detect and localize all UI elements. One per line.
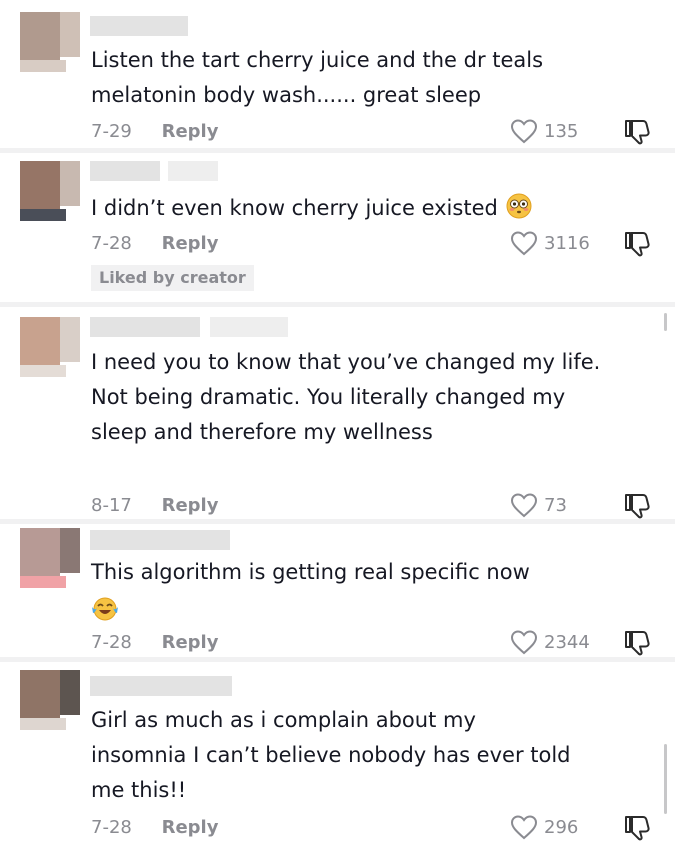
comment-date: 7-28 xyxy=(91,817,132,838)
avatar[interactable] xyxy=(20,670,80,730)
like-count: 3116 xyxy=(544,232,590,254)
scrollbar[interactable] xyxy=(664,744,667,814)
comment-item: Girl as much as i complain about my inso… xyxy=(0,662,675,846)
comment-date: 7-28 xyxy=(91,632,132,653)
like-count: 2344 xyxy=(544,631,590,653)
reply-button[interactable]: Reply xyxy=(162,495,219,516)
comment-item: This algorithm is getting real specific … xyxy=(0,524,675,657)
comment-text: I didn’t even know cherry juice existed xyxy=(91,191,611,226)
comment-date: 8-17 xyxy=(91,495,132,516)
avatar[interactable] xyxy=(20,161,80,221)
heart-icon xyxy=(510,231,538,256)
comment-date: 7-28 xyxy=(91,233,132,254)
like-count: 135 xyxy=(544,120,579,142)
reply-button[interactable]: Reply xyxy=(162,121,219,142)
heart-icon xyxy=(510,493,538,518)
avatar[interactable] xyxy=(20,317,80,377)
comment-item: I need you to know that you’ve changed m… xyxy=(0,307,675,519)
reply-button[interactable]: Reply xyxy=(162,233,219,254)
thumbs-down-icon[interactable] xyxy=(622,492,652,520)
like-button[interactable]: 135 xyxy=(510,118,578,144)
heart-icon xyxy=(510,630,538,655)
like-count: 73 xyxy=(544,494,567,516)
avatar[interactable] xyxy=(20,12,80,72)
like-button[interactable]: 2344 xyxy=(510,629,590,655)
comment-item: I didn’t even know cherry juice existed … xyxy=(0,153,675,302)
heart-icon xyxy=(510,815,538,840)
comment-text: Girl as much as i complain about my inso… xyxy=(91,708,571,802)
heart-icon xyxy=(510,119,538,144)
like-button[interactable]: 3116 xyxy=(510,230,590,256)
flushed-face-emoji xyxy=(506,193,532,219)
reply-button[interactable]: Reply xyxy=(162,817,219,838)
scrollbar[interactable] xyxy=(664,313,667,331)
comment-list: Listen the tart cherry juice and the dr … xyxy=(0,0,675,846)
like-button[interactable]: 73 xyxy=(510,492,567,518)
comment-text: Listen the tart cherry juice and the dr … xyxy=(91,48,544,107)
thumbs-down-icon[interactable] xyxy=(622,629,652,657)
thumbs-down-icon[interactable] xyxy=(622,118,652,146)
thumbs-down-icon[interactable] xyxy=(622,230,652,258)
like-button[interactable]: 296 xyxy=(510,814,578,840)
thumbs-down-icon[interactable] xyxy=(622,814,652,842)
liked-by-creator-badge: Liked by creator xyxy=(91,265,254,291)
comment-text: I need you to know that you’ve changed m… xyxy=(91,350,601,444)
like-count: 296 xyxy=(544,816,579,838)
face-with-tears-of-joy-emoji xyxy=(92,597,118,621)
reply-button[interactable]: Reply xyxy=(162,632,219,653)
avatar[interactable] xyxy=(20,528,80,588)
comment-date: 7-29 xyxy=(91,121,132,142)
comment-item: Listen the tart cherry juice and the dr … xyxy=(0,0,675,148)
comment-text: This algorithm is getting real specific … xyxy=(91,560,530,584)
